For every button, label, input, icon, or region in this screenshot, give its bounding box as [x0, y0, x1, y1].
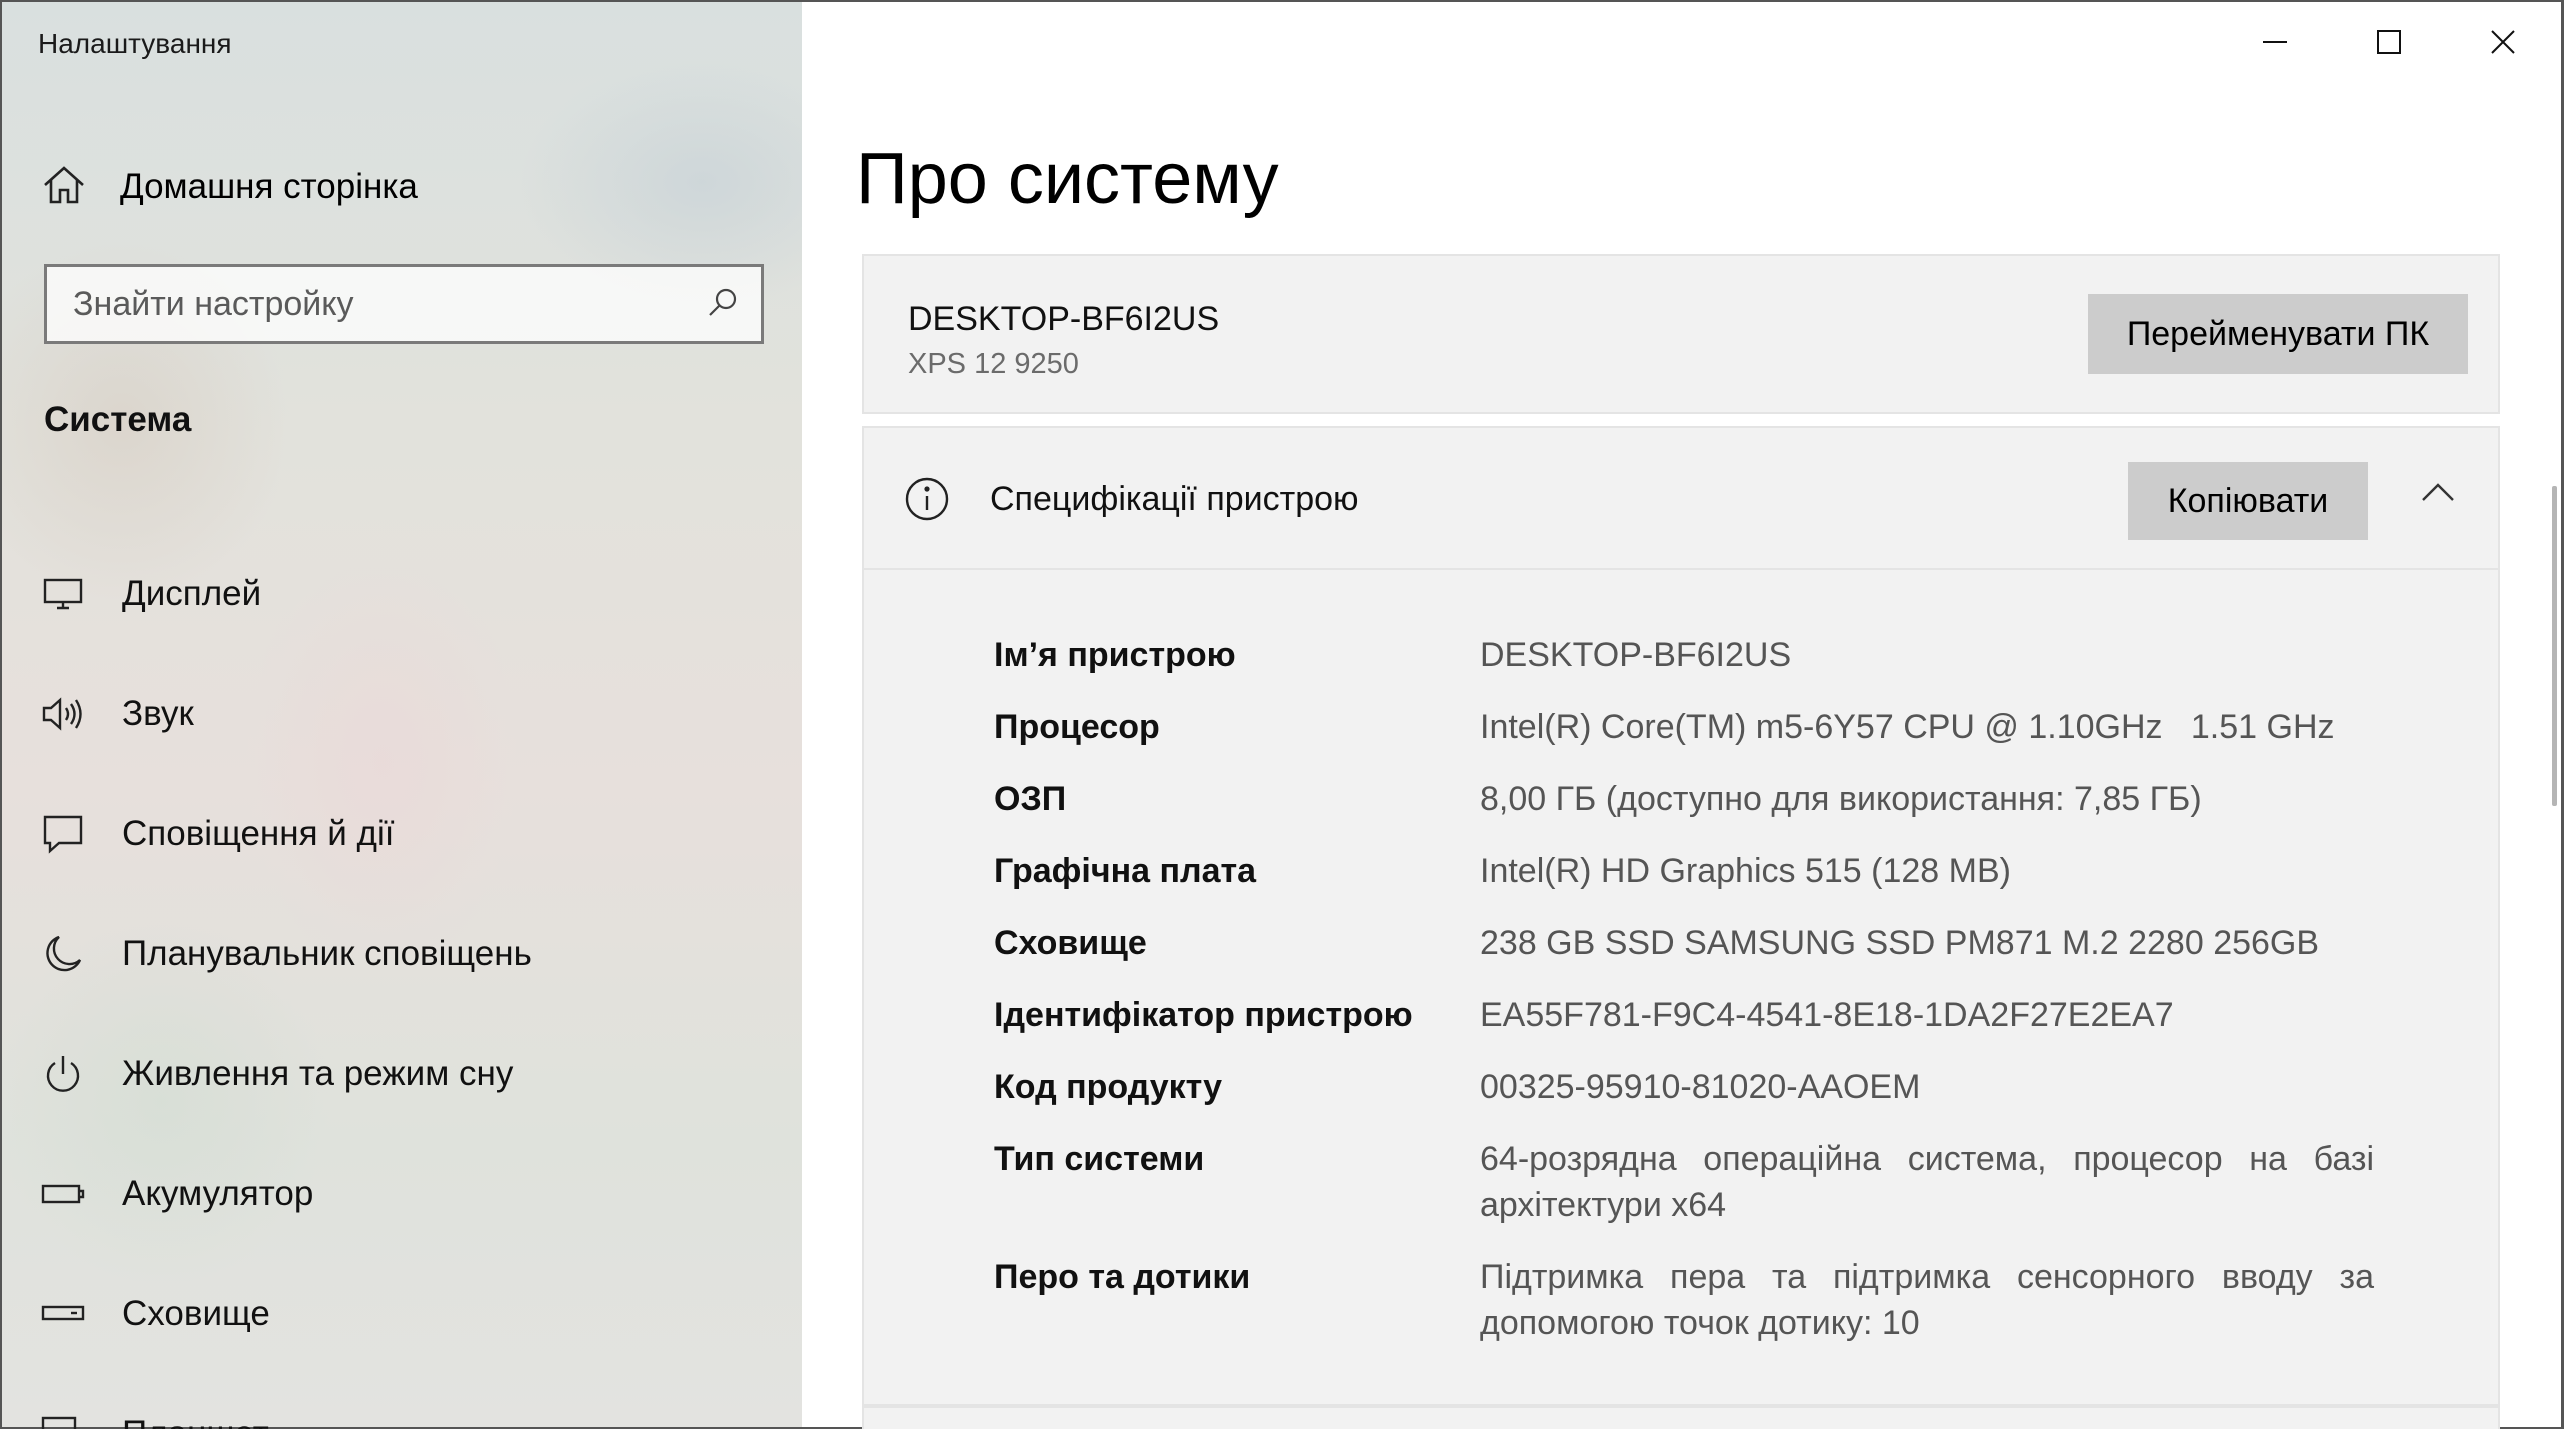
spec-key: Тип системи — [994, 1140, 1205, 1178]
power-icon — [40, 1051, 86, 1097]
sidebar-item-label: Живлення та режим сну — [122, 1054, 514, 1093]
spec-key: Ім’я пристрою — [994, 636, 1236, 674]
tablet-icon — [40, 1411, 86, 1429]
spec-value: EA55F781-F9C4-4541-8E18-1DA2F27E2EA7 — [1480, 996, 2174, 1034]
copy-button[interactable]: Копіювати — [2128, 462, 2368, 540]
spec-key: ОЗП — [994, 780, 1067, 818]
speaker-icon — [40, 691, 86, 737]
close-icon — [2491, 30, 2515, 54]
spec-row: Тип системи 64-розрядна операційна систе… — [994, 1136, 2414, 1228]
app-title: Налаштування — [38, 28, 232, 59]
home-icon — [42, 165, 86, 210]
sidebar-item-tablet[interactable]: Планшет — [40, 1374, 780, 1429]
spec-key: Ідентифікатор пристрою — [994, 996, 1413, 1034]
sidebar-item-focus-assist[interactable]: Планувальник сповіщень — [40, 894, 780, 1014]
minimize-icon — [2263, 41, 2287, 43]
pc-model: XPS 12 9250 — [908, 348, 1079, 380]
sidebar-item-power[interactable]: Живлення та режим сну — [40, 1014, 780, 1134]
spec-value: 238 GB SSD SAMSUNG SSD PM871 M.2 2280 25… — [1480, 924, 2320, 962]
sidebar-item-storage[interactable]: Сховище — [40, 1254, 780, 1374]
spec-row: Процесор Intel(R) Core(TM) m5-6Y57 CPU @… — [994, 704, 2414, 750]
home-label: Домашня сторінка — [120, 167, 418, 206]
storage-icon — [40, 1291, 86, 1337]
pc-name: DESKTOP-BF6I2US — [908, 300, 1220, 338]
section-title: Система — [44, 400, 192, 439]
spec-value: Intel(R) Core(TM) m5-6Y57 CPU @ 1.10GHz … — [1480, 708, 2335, 746]
sidebar-item-label: Планшет — [122, 1414, 269, 1429]
sidebar: Налаштування Домашня сторінка Система — [0, 0, 802, 1429]
sidebar-nav: Дисплей Звук Сповіщення й дії Планувальн… — [40, 534, 780, 1429]
close-button[interactable] — [2446, 0, 2560, 84]
spec-value: DESKTOP-BF6I2US — [1480, 636, 1792, 674]
sidebar-item-display[interactable]: Дисплей — [40, 534, 780, 654]
sidebar-item-label: Сповіщення й дії — [122, 814, 395, 853]
sidebar-item-notifications[interactable]: Сповіщення й дії — [40, 774, 780, 894]
next-card — [862, 1406, 2500, 1429]
chevron-up-icon[interactable] — [2420, 480, 2456, 509]
spec-row: ОЗП 8,00 ГБ (доступно для використання: … — [994, 776, 2414, 822]
search-icon[interactable] — [707, 286, 739, 323]
notification-icon — [40, 811, 86, 857]
specs-header[interactable]: Специфікації пристрою Копіювати — [862, 426, 2500, 570]
specs-body: Ім’я пристрою DESKTOP-BF6I2US Процесор I… — [862, 570, 2500, 1406]
spec-row: Перо та дотики Підтримка пера та підтрим… — [994, 1254, 2414, 1346]
spec-value: 00325-95910-81020-AAOEM — [1480, 1068, 1921, 1106]
page-title: Про систему — [856, 139, 1279, 219]
spec-row: Ім’я пристрою DESKTOP-BF6I2US — [994, 632, 2414, 678]
sidebar-item-battery[interactable]: Акумулятор — [40, 1134, 780, 1254]
spec-row: Сховище 238 GB SSD SAMSUNG SSD PM871 M.2… — [994, 920, 2414, 966]
maximize-icon — [2377, 30, 2401, 54]
pc-card: DESKTOP-BF6I2US XPS 12 9250 Перейменуват… — [862, 254, 2500, 414]
spec-row: Графічна плата Intel(R) HD Graphics 515 … — [994, 848, 2414, 894]
rename-pc-button[interactable]: Перейменувати ПК — [2088, 294, 2468, 374]
monitor-icon — [40, 571, 86, 617]
spec-row: Код продукту 00325-95910-81020-AAOEM — [994, 1064, 2414, 1110]
sidebar-item-label: Акумулятор — [122, 1174, 314, 1213]
search-input[interactable] — [73, 284, 707, 324]
spec-key: Сховище — [994, 924, 1147, 962]
spec-value: Intel(R) HD Graphics 515 (128 MB) — [1480, 852, 2011, 890]
moon-icon — [40, 931, 86, 977]
battery-icon — [40, 1171, 86, 1217]
sidebar-item-label: Сховище — [122, 1294, 270, 1333]
search-box[interactable] — [44, 264, 764, 344]
spec-value: 8,00 ГБ (доступно для використання: 7,85… — [1480, 780, 2202, 818]
home-link[interactable]: Домашня сторінка — [42, 162, 418, 212]
minimize-button[interactable] — [2218, 0, 2332, 84]
spec-value: Підтримка пера та підтримка сенсорного в… — [1480, 1258, 2374, 1342]
sidebar-item-label: Звук — [122, 694, 194, 733]
sidebar-item-label: Планувальник сповіщень — [122, 934, 532, 973]
specs-title: Специфікації пристрою — [990, 480, 1359, 518]
scrollbar[interactable] — [2552, 486, 2557, 806]
info-icon — [904, 476, 950, 527]
sidebar-item-sound[interactable]: Звук — [40, 654, 780, 774]
spec-key: Код продукту — [994, 1068, 1223, 1106]
maximize-button[interactable] — [2332, 0, 2446, 84]
spec-value: 64-розрядна операційна система, процесор… — [1480, 1140, 2374, 1224]
spec-key: Перо та дотики — [994, 1258, 1251, 1296]
spec-key: Графічна плата — [994, 852, 1257, 890]
sidebar-item-label: Дисплей — [122, 574, 262, 613]
spec-row: Ідентифікатор пристрою EA55F781-F9C4-454… — [994, 992, 2414, 1038]
spec-key: Процесор — [994, 708, 1160, 746]
